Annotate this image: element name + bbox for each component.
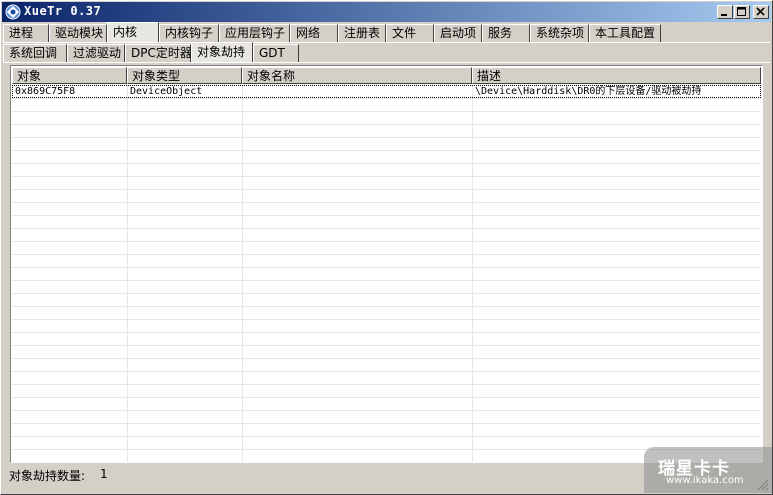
row-gridline [12, 189, 761, 190]
title-bar[interactable]: XueTr 0.37 [2, 2, 771, 22]
status-label: 对象劫持数量: [9, 469, 86, 483]
tab-kernel-hooks[interactable]: 内核钩子 [159, 24, 219, 42]
minimize-icon [721, 14, 727, 16]
row-gridline [12, 241, 761, 242]
maximize-button[interactable] [734, 5, 750, 19]
column-header-object[interactable]: 对象 [12, 67, 127, 84]
tab-misc[interactable]: 系统杂项 [530, 24, 589, 42]
close-button[interactable] [753, 5, 769, 19]
tab-kernel[interactable]: 内核 [107, 22, 159, 42]
minimize-button[interactable] [717, 5, 733, 19]
column-header-description[interactable]: 描述 [472, 67, 761, 84]
tab-user-hooks[interactable]: 应用层钩子 [219, 24, 290, 42]
close-icon [756, 7, 765, 16]
tab-registry[interactable]: 注册表 [338, 24, 386, 42]
row-gridline [12, 358, 761, 359]
column-separator [472, 85, 473, 462]
status-count: 1 [100, 467, 108, 481]
row-gridline [12, 137, 761, 138]
app-icon [5, 4, 21, 20]
tab-services[interactable]: 服务 [482, 24, 530, 42]
column-header-type[interactable]: 对象类型 [127, 67, 242, 84]
row-gridline [12, 345, 761, 346]
main-tab-strip: 进程 驱动模块 内核 内核钩子 应用层钩子 网络 注册表 文件 启动项 服务 系… [3, 22, 661, 42]
resize-grip-icon[interactable] [757, 479, 769, 491]
row-gridline [12, 384, 761, 385]
main-tab-divider [3, 42, 770, 43]
tab-startup[interactable]: 启动项 [434, 24, 482, 42]
watermark-url: www.ikaka.com [666, 475, 744, 486]
column-separator [127, 85, 128, 462]
row-gridline [12, 228, 761, 229]
row-gridline [12, 319, 761, 320]
row-gridline [12, 176, 761, 177]
row-gridline [12, 436, 761, 437]
row-gridline [12, 254, 761, 255]
cell-object: 0x869C75F8 [15, 86, 76, 97]
row-gridline [12, 371, 761, 372]
row-gridline [12, 163, 761, 164]
tab-process[interactable]: 进程 [3, 24, 49, 42]
column-separator [242, 85, 243, 462]
tab-network[interactable]: 网络 [290, 24, 338, 42]
list-body: 0x869C75F8 DeviceObject \Device\Harddisk… [12, 85, 761, 462]
subtab-system-callbacks[interactable]: 系统回调 [3, 44, 67, 62]
sub-tab-strip: 系统回调 过滤驱动 DPC定时器 对象劫持 GDT [3, 42, 299, 62]
subtab-gdt[interactable]: GDT [253, 44, 299, 62]
row-gridline [12, 397, 761, 398]
cell-name [242, 85, 472, 98]
list-header: 对象 对象类型 对象名称 描述 [12, 67, 761, 84]
subtab-filter-drivers[interactable]: 过滤驱动 [67, 44, 125, 62]
row-gridline [12, 267, 761, 268]
row-gridline [12, 293, 761, 294]
object-hijack-list[interactable]: 对象 对象类型 对象名称 描述 0x869C75F8 DeviceObject … [10, 65, 763, 463]
window-title: XueTr 0.37 [24, 4, 102, 18]
row-gridline [12, 215, 761, 216]
app-window: XueTr 0.37 进程 驱动模块 内核 内核钩子 应用层钩子 网络 注册表 … [0, 0, 773, 495]
row-gridline [12, 410, 761, 411]
table-row[interactable]: 0x869C75F8 DeviceObject \Device\Harddisk… [12, 85, 761, 98]
row-gridline [12, 423, 761, 424]
cell-description: \Device\Harddisk\DR0的下层设备/驱动被劫持 [475, 86, 702, 97]
sub-tab-divider [3, 62, 770, 63]
column-header-name[interactable]: 对象名称 [242, 67, 472, 84]
row-gridline [12, 306, 761, 307]
tab-files[interactable]: 文件 [386, 24, 434, 42]
maximize-icon [737, 7, 746, 16]
row-gridline [12, 202, 761, 203]
subtab-dpc-timers[interactable]: DPC定时器 [125, 44, 192, 62]
row-gridline [12, 124, 761, 125]
row-gridline [12, 332, 761, 333]
tab-driver-modules[interactable]: 驱动模块 [49, 24, 107, 42]
tab-tool-config[interactable]: 本工具配置 [589, 24, 661, 42]
row-gridline [12, 280, 761, 281]
row-gridline [12, 150, 761, 151]
row-gridline [12, 111, 761, 112]
subtab-object-hijack[interactable]: 对象劫持 [191, 42, 253, 62]
cell-type: DeviceObject [130, 86, 203, 97]
row-gridline [12, 98, 761, 99]
watermark: 瑞星卡卡 www.ikaka.com [644, 447, 772, 493]
